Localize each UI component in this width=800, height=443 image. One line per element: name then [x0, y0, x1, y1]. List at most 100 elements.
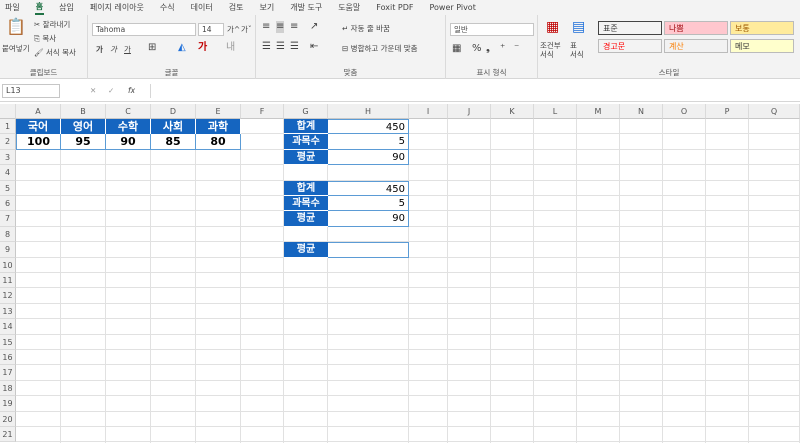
column-header-o[interactable]: O [663, 104, 706, 119]
score-cell[interactable]: 95 [61, 134, 106, 150]
format-table-button[interactable]: 표 서식 [570, 41, 584, 59]
column-header-d[interactable]: D [151, 104, 196, 119]
column-header-i[interactable]: I [409, 104, 448, 119]
worksheet-grid[interactable]: A B C D E F G H I J K L M N O P Q 1 2 3 4 5 6 7 8 9 10 11 12 13 14 15 16… [0, 104, 800, 443]
style-bad[interactable]: 나쁨 [664, 21, 728, 35]
name-box[interactable]: L13 [2, 84, 60, 98]
column-header-p[interactable]: P [706, 104, 749, 119]
decrease-decimal-icon[interactable]: ⁻ [514, 43, 519, 55]
row-header-6[interactable]: 6 [0, 196, 16, 212]
style-note[interactable]: 메모 [730, 39, 794, 53]
tab-developer[interactable]: 개발 도구 [289, 1, 323, 14]
tab-help[interactable]: 도움말 [337, 1, 361, 14]
currency-icon[interactable]: ▦ [452, 43, 461, 55]
column-header-n[interactable]: N [620, 104, 663, 119]
insert-function-icon[interactable]: fx [128, 86, 135, 95]
style-warning[interactable]: 경고문 [598, 39, 662, 53]
align-middle-icon[interactable]: ≡ [276, 21, 285, 33]
row-header-9[interactable]: 9 [0, 242, 16, 258]
font-name-select[interactable]: Tahoma [92, 23, 196, 36]
tab-power-pivot[interactable]: Power Pivot [428, 2, 476, 13]
summary-value-cell[interactable] [328, 242, 409, 258]
percent-icon[interactable]: % [472, 43, 482, 55]
underline-button[interactable]: 가 [124, 44, 131, 55]
tab-data[interactable]: 데이터 [190, 1, 214, 14]
row-header-8[interactable]: 8 [0, 226, 16, 243]
row-header-19[interactable]: 19 [0, 396, 16, 412]
align-top-icon[interactable]: ≡ [262, 21, 270, 33]
style-calculation[interactable]: 계산 [664, 39, 728, 53]
fill-color-icon[interactable]: ◭ [178, 42, 186, 54]
row-header-14[interactable]: 14 [0, 319, 16, 335]
column-header-l[interactable]: L [534, 104, 577, 119]
column-header-a[interactable]: A [16, 104, 61, 119]
shrink-font-button[interactable]: 가ˇ [241, 24, 252, 35]
copy-button[interactable]: ⎘ 복사 [34, 33, 56, 44]
row-header-21[interactable]: 21 [0, 427, 16, 443]
row-header-3[interactable]: 3 [0, 149, 16, 166]
font-color-icon[interactable]: 가 [198, 42, 207, 54]
font-size-select[interactable]: 14 [198, 23, 224, 36]
style-neutral[interactable]: 보통 [730, 21, 794, 35]
comma-icon[interactable]: ❟ [486, 43, 490, 55]
row-header-17[interactable]: 17 [0, 365, 16, 381]
summary-value-cell[interactable]: 5 [328, 196, 409, 212]
subject-header-cell[interactable]: 수학 [106, 119, 151, 135]
row-header-20[interactable]: 20 [0, 411, 16, 427]
column-header-b[interactable]: B [61, 104, 106, 119]
cancel-icon[interactable]: ✕ [90, 86, 96, 95]
summary-label-cell[interactable]: 과목수 [284, 196, 328, 212]
tab-review[interactable]: 검토 [228, 1, 245, 14]
tab-insert[interactable]: 삽입 [58, 1, 75, 14]
align-center-icon[interactable]: ☰ [276, 41, 285, 53]
enter-icon[interactable]: ✓ [108, 86, 114, 95]
column-header-h[interactable]: H [328, 104, 409, 119]
summary-value-cell[interactable]: 90 [328, 211, 409, 227]
format-table-icon[interactable]: ▤ [572, 20, 585, 34]
summary-label-cell[interactable]: 평균 [284, 211, 328, 227]
subject-header-cell[interactable]: 국어 [16, 119, 61, 135]
paste-icon[interactable]: 📋 [6, 19, 26, 35]
row-header-4[interactable]: 4 [0, 165, 16, 181]
conditional-format-button[interactable]: 조건부 서식 [540, 41, 561, 59]
row-header-1[interactable]: 1 [0, 119, 16, 135]
tab-page-layout[interactable]: 페이지 레이아웃 [89, 1, 145, 14]
summary-value-cell[interactable]: 450 [328, 180, 409, 196]
tab-formulas[interactable]: 수식 [159, 1, 176, 14]
wrap-text-button[interactable]: ↵ 자동 줄 바꿈 [342, 23, 390, 34]
row-header-5[interactable]: 5 [0, 180, 16, 196]
row-header-15[interactable]: 15 [0, 334, 16, 350]
row-header-7[interactable]: 7 [0, 211, 16, 227]
row-header-13[interactable]: 13 [0, 303, 16, 320]
select-all-corner[interactable] [0, 104, 16, 119]
column-header-q[interactable]: Q [749, 104, 800, 119]
row-header-10[interactable]: 10 [0, 257, 16, 273]
tab-file[interactable]: 파일 [4, 1, 21, 14]
score-cell[interactable]: 100 [16, 134, 61, 150]
paste-button[interactable]: 붙여넣기 [2, 43, 30, 54]
summary-label-cell[interactable]: 평균 [284, 149, 328, 166]
indent-icon[interactable]: ⇤ [310, 41, 318, 53]
column-header-c[interactable]: C [106, 104, 151, 119]
row-header-12[interactable]: 12 [0, 288, 16, 304]
subject-header-cell[interactable]: 영어 [61, 119, 106, 135]
column-header-e[interactable]: E [196, 104, 241, 119]
summary-label-cell[interactable]: 평균 [284, 242, 328, 258]
italic-button[interactable]: 가 [110, 44, 117, 55]
align-bottom-icon[interactable]: ≡ [290, 21, 298, 33]
conditional-format-icon[interactable]: ▦ [546, 20, 559, 34]
orientation-icon[interactable]: ↗ [310, 21, 318, 33]
column-header-m[interactable]: M [577, 104, 620, 119]
row-header-18[interactable]: 18 [0, 380, 16, 397]
align-left-icon[interactable]: ☰ [262, 41, 271, 53]
row-header-16[interactable]: 16 [0, 350, 16, 366]
summary-label-cell[interactable]: 과목수 [284, 134, 328, 150]
subject-header-cell[interactable]: 사회 [151, 119, 196, 135]
formula-input[interactable] [150, 84, 796, 98]
number-format-select[interactable]: 일반 [450, 23, 534, 36]
phonetic-icon[interactable]: 내 [226, 42, 235, 54]
increase-decimal-icon[interactable]: ⁺ [500, 43, 505, 55]
column-header-g[interactable]: G [284, 104, 328, 119]
score-cell[interactable]: 90 [106, 134, 151, 150]
summary-value-cell[interactable]: 90 [328, 149, 409, 166]
